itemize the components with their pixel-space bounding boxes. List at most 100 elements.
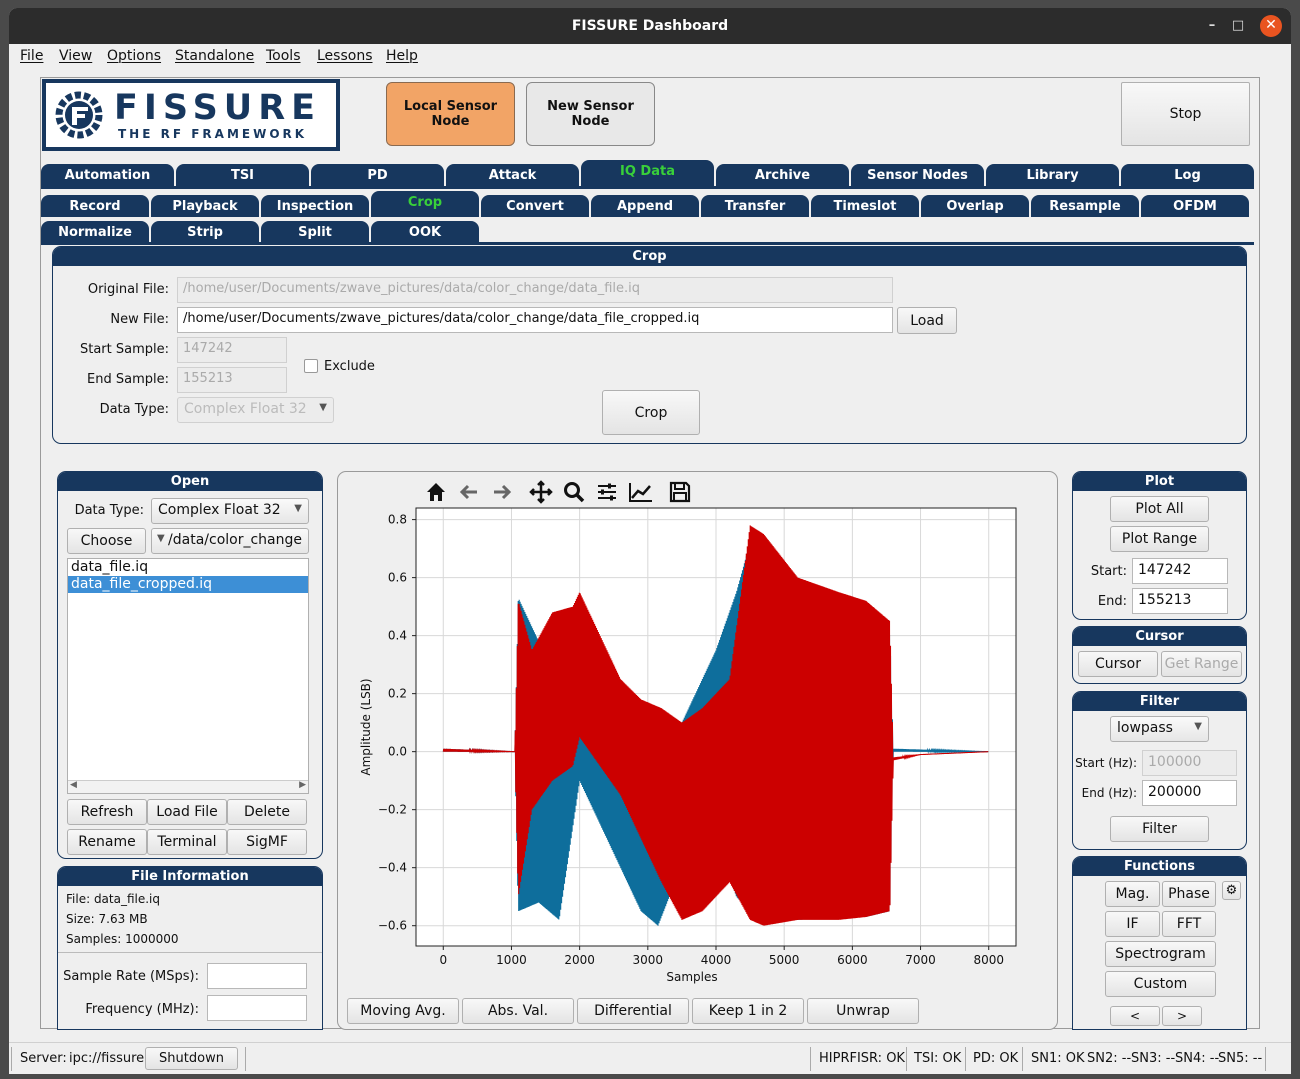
- forward-arrow-icon[interactable]: [490, 480, 514, 504]
- fft-button[interactable]: FFT: [1162, 911, 1216, 937]
- plot-start-field[interactable]: 147242: [1132, 558, 1228, 584]
- menu-standalone[interactable]: Standalone: [175, 48, 254, 64]
- horizontal-scrollbar[interactable]: ◀ ▶: [68, 780, 308, 793]
- magnitude-button[interactable]: Mag.: [1105, 881, 1160, 907]
- tab-ook[interactable]: OOK: [371, 221, 479, 243]
- menu-file[interactable]: File: [20, 48, 43, 64]
- sigmf-button[interactable]: SigMF: [227, 829, 307, 855]
- keep-1-in-2-button[interactable]: Keep 1 in 2: [692, 998, 804, 1024]
- menu-view[interactable]: View: [59, 48, 92, 64]
- sample-rate-field[interactable]: [207, 963, 307, 989]
- if-button[interactable]: IF: [1105, 911, 1160, 937]
- tab-pd[interactable]: PD: [311, 164, 444, 187]
- differential-button[interactable]: Differential: [577, 998, 689, 1024]
- filter-start-field[interactable]: 100000: [1142, 750, 1237, 776]
- new-sensor-node-button[interactable]: New Sensor Node: [526, 82, 655, 146]
- new-file-field[interactable]: /home/user/Documents/zwave_pictures/data…: [177, 307, 893, 333]
- chevron-down-icon: ▼: [294, 503, 302, 514]
- filter-type-dropdown[interactable]: lowpass ▼: [1110, 716, 1209, 742]
- home-icon[interactable]: [424, 480, 448, 504]
- local-sensor-node-button[interactable]: Local Sensor Node: [386, 82, 515, 146]
- menu-options[interactable]: Options: [107, 48, 161, 64]
- scroll-right-icon[interactable]: ▶: [299, 780, 306, 790]
- open-data-type-dropdown[interactable]: Complex Float 32 ▼: [151, 498, 309, 524]
- folder-dropdown[interactable]: ▼/data/color_change: [151, 528, 309, 554]
- tab-crop[interactable]: Crop: [371, 191, 479, 217]
- plot-all-button[interactable]: Plot All: [1110, 496, 1209, 522]
- start-sample-field[interactable]: 147242: [177, 337, 287, 363]
- chevron-down-icon: ▼: [1194, 721, 1202, 732]
- tab-playback[interactable]: Playback: [151, 195, 259, 217]
- close-icon[interactable]: ✕: [1260, 15, 1282, 37]
- edit-axis-icon[interactable]: [628, 480, 654, 504]
- save-icon[interactable]: [668, 480, 692, 504]
- configure-subplots-icon[interactable]: [595, 480, 619, 504]
- rename-button[interactable]: Rename: [67, 829, 147, 855]
- stop-button[interactable]: Stop: [1121, 82, 1250, 146]
- exclude-checkbox[interactable]: [304, 359, 318, 373]
- iq-plot-chart[interactable]: 0 1000 2000 3000 4000 5000 6000 7000 8000 −0.6 −0.…: [348, 502, 1048, 992]
- filter-end-field[interactable]: 200000: [1142, 780, 1237, 806]
- maximize-icon[interactable]: □: [1229, 17, 1247, 35]
- load-file-button[interactable]: Load File: [147, 799, 227, 825]
- open-data-type-value: Complex Float 32: [158, 502, 281, 518]
- tab-iq-data[interactable]: IQ Data: [581, 160, 714, 187]
- tab-convert[interactable]: Convert: [481, 195, 589, 217]
- tab-archive[interactable]: Archive: [716, 164, 849, 187]
- plot-end-field[interactable]: 155213: [1132, 588, 1228, 614]
- list-item-selected[interactable]: data_file_cropped.iq: [68, 576, 308, 593]
- tab-resample[interactable]: Resample: [1031, 195, 1139, 217]
- delete-button[interactable]: Delete: [227, 799, 307, 825]
- zoom-icon[interactable]: [562, 480, 586, 504]
- tab-append[interactable]: Append: [591, 195, 699, 217]
- cursor-button[interactable]: Cursor: [1078, 651, 1158, 677]
- tab-timeslot[interactable]: Timeslot: [811, 195, 919, 217]
- moving-avg-button[interactable]: Moving Avg.: [347, 998, 459, 1024]
- tab-split[interactable]: Split: [261, 221, 369, 243]
- file-list[interactable]: data_file.iq data_file_cropped.iq ◀ ▶: [67, 558, 309, 794]
- end-sample-field[interactable]: 155213: [177, 367, 287, 393]
- tab-automation[interactable]: Automation: [41, 164, 174, 187]
- unwrap-button[interactable]: Unwrap: [807, 998, 919, 1024]
- menu-help[interactable]: Help: [386, 48, 418, 64]
- frequency-field[interactable]: [207, 995, 307, 1021]
- tab-transfer[interactable]: Transfer: [701, 195, 809, 217]
- menu-tools[interactable]: Tools: [266, 48, 301, 64]
- tab-record[interactable]: Record: [41, 195, 149, 217]
- refresh-button[interactable]: Refresh: [67, 799, 147, 825]
- minimize-icon[interactable]: –: [1203, 17, 1221, 35]
- phase-button[interactable]: Phase: [1162, 881, 1216, 907]
- tab-normalize[interactable]: Normalize: [41, 221, 149, 243]
- tab-strip[interactable]: Strip: [151, 221, 259, 243]
- tab-sensor-nodes[interactable]: Sensor Nodes: [851, 164, 984, 187]
- crop-button[interactable]: Crop: [602, 390, 700, 435]
- next-button[interactable]: >: [1162, 1006, 1202, 1026]
- scroll-left-icon[interactable]: ◀: [70, 780, 77, 790]
- tab-log[interactable]: Log: [1121, 164, 1254, 187]
- spectrogram-button[interactable]: Spectrogram: [1105, 941, 1216, 967]
- filter-start-label: Start (Hz):: [1075, 756, 1137, 770]
- tab-library[interactable]: Library: [986, 164, 1119, 187]
- load-button[interactable]: Load: [897, 307, 957, 334]
- tab-attack[interactable]: Attack: [446, 164, 579, 187]
- abs-val-button[interactable]: Abs. Val.: [462, 998, 574, 1024]
- terminal-button[interactable]: Terminal: [147, 829, 227, 855]
- get-range-button[interactable]: Get Range: [1161, 651, 1242, 677]
- tab-overlap[interactable]: Overlap: [921, 195, 1029, 217]
- tab-ofdm[interactable]: OFDM: [1141, 195, 1249, 217]
- custom-button[interactable]: Custom: [1105, 971, 1216, 997]
- choose-button[interactable]: Choose: [67, 528, 146, 554]
- tab-tsi[interactable]: TSI: [176, 164, 309, 187]
- plot-range-button[interactable]: Plot Range: [1110, 526, 1209, 552]
- menu-lessons[interactable]: Lessons: [317, 48, 373, 64]
- list-item[interactable]: data_file.iq: [68, 559, 308, 576]
- back-arrow-icon[interactable]: [457, 480, 481, 504]
- pan-icon[interactable]: [529, 480, 553, 504]
- crop-data-type-dropdown[interactable]: Complex Float 32 ▼: [177, 397, 334, 423]
- shutdown-button[interactable]: Shutdown: [145, 1047, 238, 1070]
- original-file-field[interactable]: /home/user/Documents/zwave_pictures/data…: [177, 277, 893, 303]
- tab-inspection[interactable]: Inspection: [261, 195, 369, 217]
- gear-icon[interactable]: ⚙: [1222, 881, 1241, 900]
- filter-button[interactable]: Filter: [1110, 816, 1209, 842]
- previous-button[interactable]: <: [1110, 1006, 1160, 1026]
